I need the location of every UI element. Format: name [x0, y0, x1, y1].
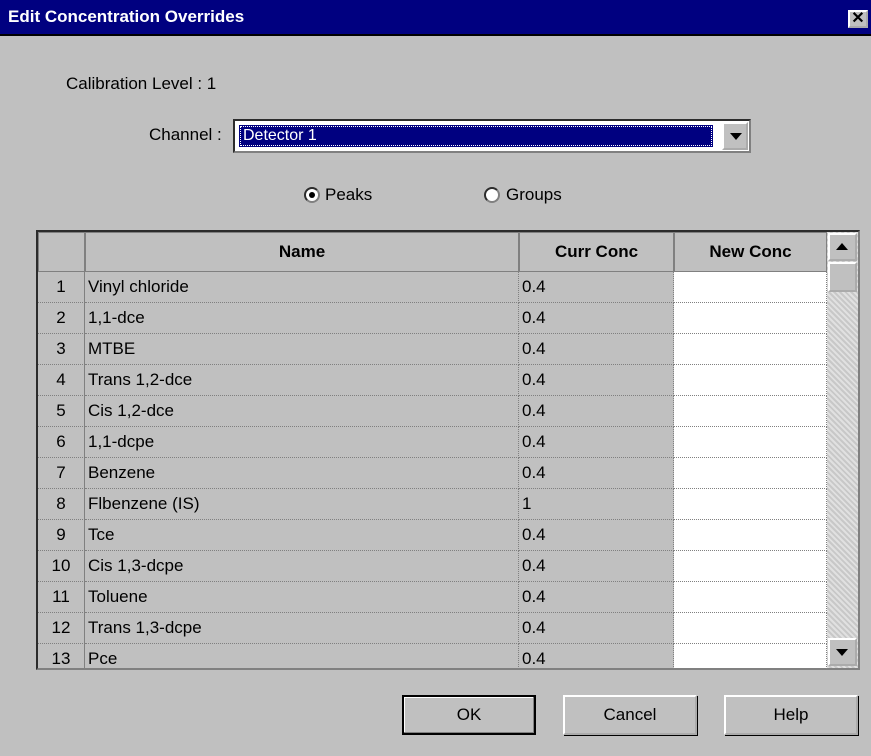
row-number-cell: 1: [38, 272, 85, 303]
curr-conc-cell: 0.4: [519, 303, 674, 334]
row-number-cell: 4: [38, 365, 85, 396]
row-number-cell: 5: [38, 396, 85, 427]
peaks-radio-label[interactable]: Peaks: [325, 185, 372, 205]
new-conc-input[interactable]: [674, 613, 827, 644]
table-row[interactable]: 12 Trans 1,3-dcpe 0.4: [38, 613, 827, 644]
row-number-cell: 13: [38, 644, 85, 668]
channel-select-value: Detector 1: [239, 125, 713, 147]
curr-conc-column-header[interactable]: Curr Conc: [519, 232, 674, 272]
peaks-radio[interactable]: [304, 187, 320, 203]
curr-conc-cell: 0.4: [519, 582, 674, 613]
vertical-scrollbar[interactable]: [827, 232, 858, 668]
curr-conc-cell: 0.4: [519, 458, 674, 489]
name-cell: Trans 1,2-dce: [85, 365, 519, 396]
window-title: Edit Concentration Overrides: [8, 7, 245, 26]
channel-select[interactable]: Detector 1: [233, 119, 751, 153]
groups-radio-label[interactable]: Groups: [506, 185, 562, 205]
grid-header: Name Curr Conc New Conc: [38, 232, 827, 272]
name-cell: Trans 1,3-dcpe: [85, 613, 519, 644]
concentration-grid: Name Curr Conc New Conc 1 Vinyl chloride 0…: [36, 230, 860, 670]
name-column-header[interactable]: Name: [85, 232, 519, 272]
new-conc-input[interactable]: [674, 427, 827, 458]
new-conc-input[interactable]: [674, 520, 827, 551]
new-conc-input[interactable]: [674, 303, 827, 334]
curr-conc-cell: 0.4: [519, 334, 674, 365]
curr-conc-cell: 0.4: [519, 520, 674, 551]
name-cell: Benzene: [85, 458, 519, 489]
curr-conc-cell: 0.4: [519, 644, 674, 668]
name-cell: 1,1-dcpe: [85, 427, 519, 458]
table-row[interactable]: 11 Toluene 0.4: [38, 582, 827, 613]
name-cell: Cis 1,3-dcpe: [85, 551, 519, 582]
new-conc-input[interactable]: [674, 272, 827, 303]
row-number-cell: 12: [38, 613, 85, 644]
new-conc-input[interactable]: [674, 396, 827, 427]
new-conc-input[interactable]: [674, 551, 827, 582]
close-button[interactable]: ✕: [848, 10, 868, 28]
curr-conc-cell: 0.4: [519, 365, 674, 396]
name-cell: Pce: [85, 644, 519, 668]
help-button[interactable]: Help: [724, 695, 858, 735]
table-row[interactable]: 13 Pce 0.4: [38, 644, 827, 668]
calibration-level-label: Calibration Level : 1: [66, 74, 217, 93]
table-row[interactable]: 5 Cis 1,2-dce 0.4: [38, 396, 827, 427]
radio-selected-dot: [309, 192, 315, 198]
row-number-cell: 11: [38, 582, 85, 613]
row-number-cell: 9: [38, 520, 85, 551]
row-number-cell: 6: [38, 427, 85, 458]
scroll-thumb[interactable]: [828, 262, 857, 292]
curr-conc-cell: 0.4: [519, 396, 674, 427]
name-cell: MTBE: [85, 334, 519, 365]
row-number-cell: 2: [38, 303, 85, 334]
row-number-header: [38, 232, 85, 272]
row-number-cell: 3: [38, 334, 85, 365]
new-conc-input[interactable]: [674, 644, 827, 668]
table-row[interactable]: 3 MTBE 0.4: [38, 334, 827, 365]
arrow-down-icon: [836, 649, 848, 656]
curr-conc-cell: 0.4: [519, 551, 674, 582]
new-conc-column-header[interactable]: New Conc: [674, 232, 827, 272]
table-row[interactable]: 4 Trans 1,2-dce 0.4: [38, 365, 827, 396]
name-cell: Tce: [85, 520, 519, 551]
name-cell: Toluene: [85, 582, 519, 613]
ok-button[interactable]: OK: [402, 695, 536, 735]
curr-conc-cell: 0.4: [519, 613, 674, 644]
new-conc-input[interactable]: [674, 458, 827, 489]
new-conc-input[interactable]: [674, 334, 827, 365]
table-row[interactable]: 10 Cis 1,3-dcpe 0.4: [38, 551, 827, 582]
arrow-up-icon: [836, 243, 848, 250]
title-bar: Edit Concentration Overrides ✕: [0, 0, 871, 36]
new-conc-input[interactable]: [674, 365, 827, 396]
new-conc-input[interactable]: [674, 582, 827, 613]
close-icon: ✕: [851, 10, 865, 27]
curr-conc-cell: 0.4: [519, 272, 674, 303]
name-cell: Flbenzene (IS): [85, 489, 519, 520]
row-number-cell: 7: [38, 458, 85, 489]
row-number-cell: 8: [38, 489, 85, 520]
name-cell: Cis 1,2-dce: [85, 396, 519, 427]
table-row[interactable]: 1 Vinyl chloride 0.4: [38, 272, 827, 303]
scroll-up-button[interactable]: [828, 233, 857, 261]
table-row[interactable]: 8 Flbenzene (IS) 1: [38, 489, 827, 520]
new-conc-input[interactable]: [674, 489, 827, 520]
name-cell: Vinyl chloride: [85, 272, 519, 303]
groups-radio[interactable]: [484, 187, 500, 203]
table-row[interactable]: 2 1,1-dce 0.4: [38, 303, 827, 334]
name-cell: 1,1-dce: [85, 303, 519, 334]
row-number-cell: 10: [38, 551, 85, 582]
curr-conc-cell: 1: [519, 489, 674, 520]
table-row[interactable]: 6 1,1-dcpe 0.4: [38, 427, 827, 458]
scroll-down-button[interactable]: [828, 638, 857, 666]
chevron-down-icon: [730, 133, 742, 140]
cancel-button[interactable]: Cancel: [563, 695, 697, 735]
table-row[interactable]: 9 Tce 0.4: [38, 520, 827, 551]
channel-dropdown-button[interactable]: [722, 122, 748, 150]
table-row[interactable]: 7 Benzene 0.4: [38, 458, 827, 489]
curr-conc-cell: 0.4: [519, 427, 674, 458]
channel-label: Channel :: [149, 125, 222, 144]
